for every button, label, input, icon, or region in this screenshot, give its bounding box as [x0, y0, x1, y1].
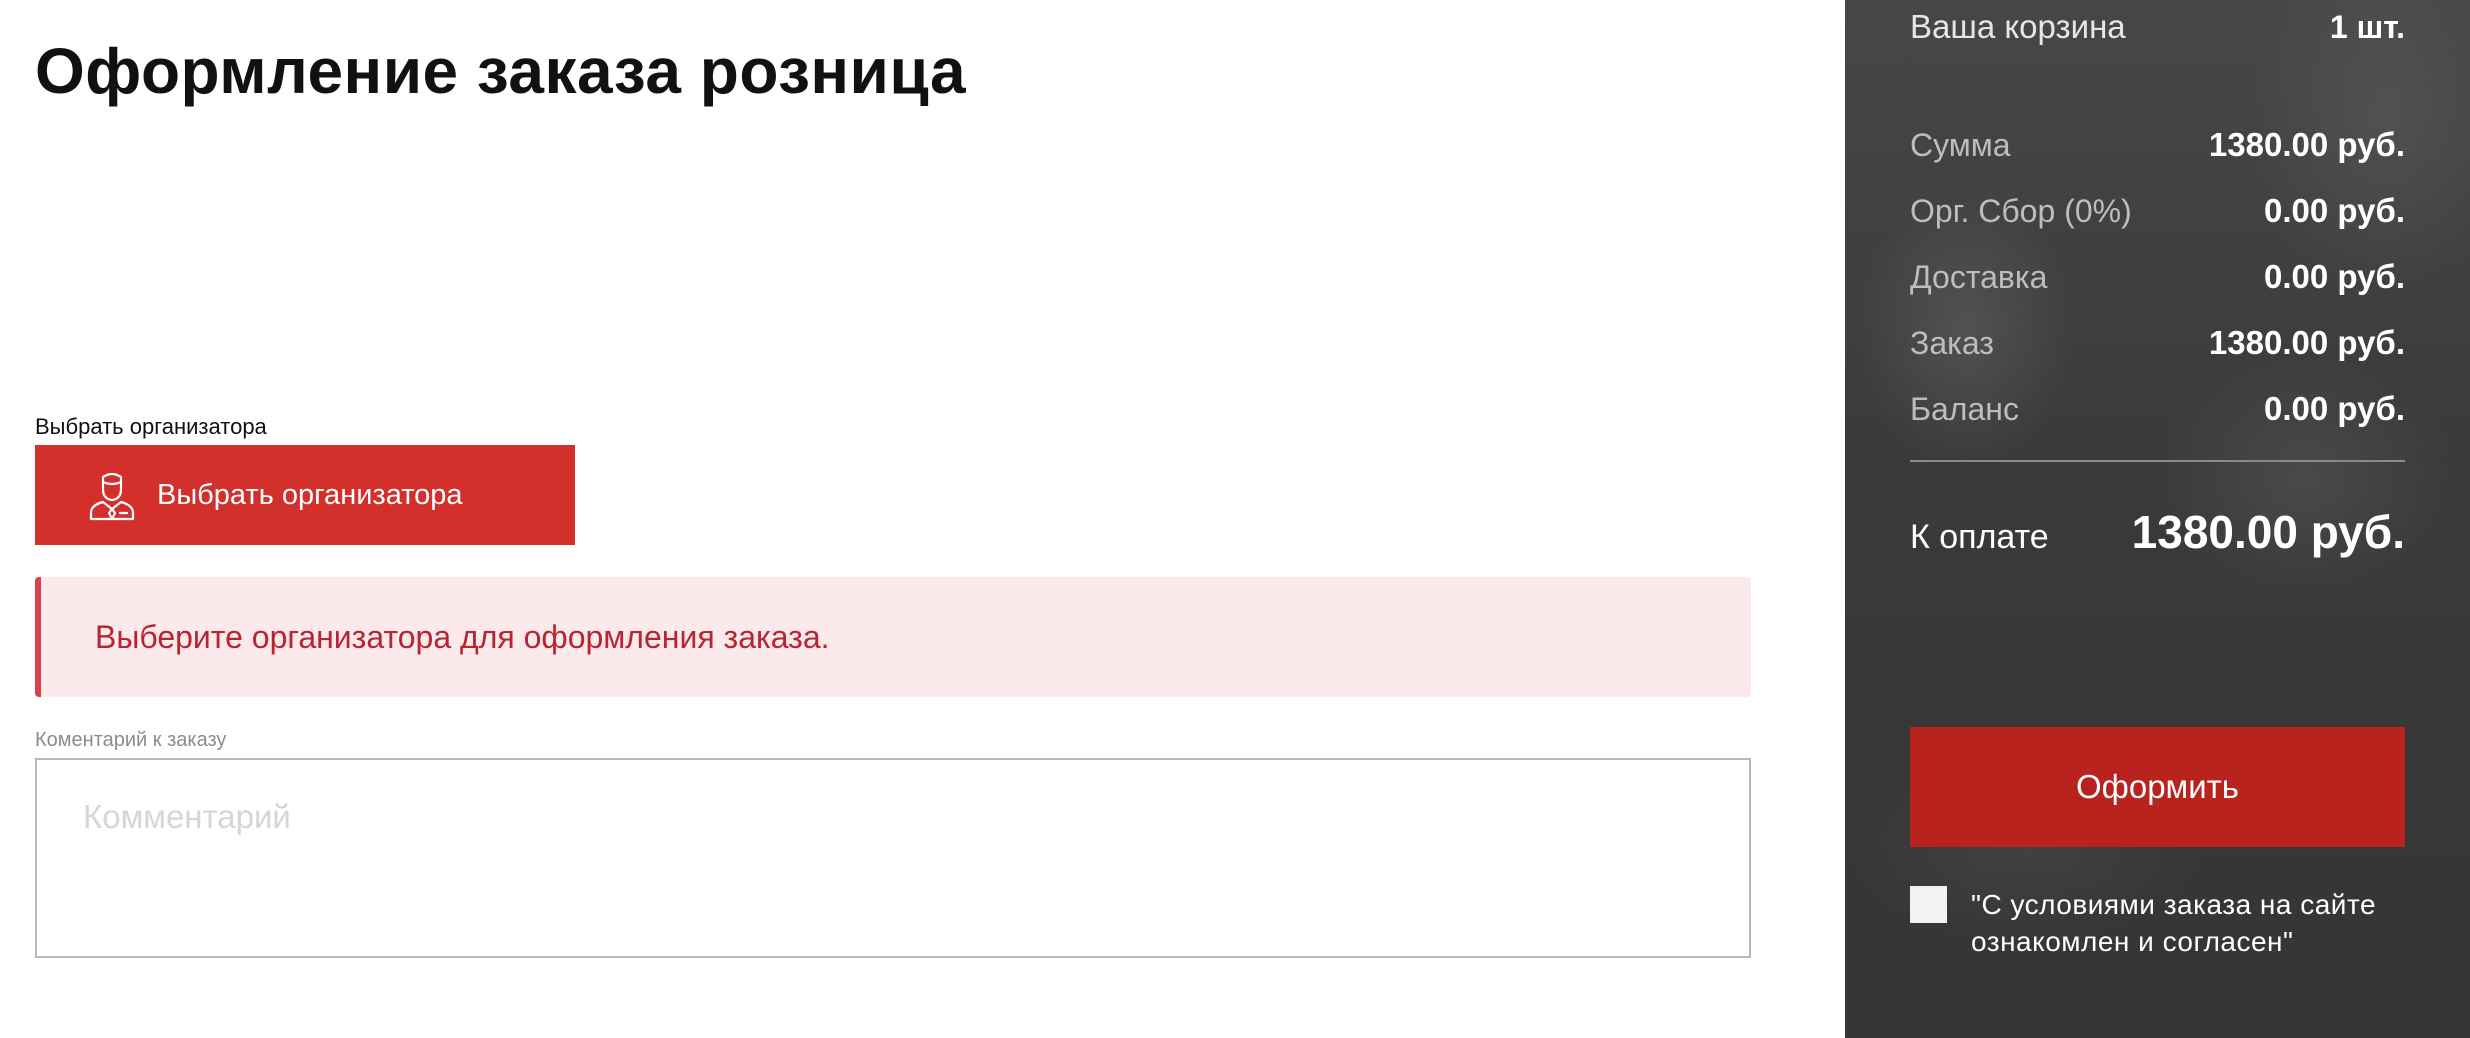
summary-row-label: Доставка — [1910, 259, 2048, 295]
total-value: 1380.00 руб. — [2131, 506, 2405, 558]
select-organizer-button[interactable]: Выбрать организатора — [35, 445, 575, 545]
page-title: Оформление заказа розница — [35, 35, 967, 107]
submit-order-button[interactable]: Оформить — [1910, 727, 2405, 847]
terms-checkbox[interactable] — [1910, 886, 1947, 923]
summary-row-value: 0.00 руб. — [2263, 192, 2405, 229]
summary-row-label: Сумма — [1910, 127, 2011, 163]
summary-row-org-fee: Орг. Сбор (0%) 0.00 руб. — [1910, 192, 2405, 230]
cart-count: 1 шт. — [2329, 9, 2405, 45]
summary-row-value: 1380.00 руб. — [2208, 126, 2405, 163]
order-summary: Ваша корзина 1 шт. Сумма 1380.00 руб. Ор… — [1845, 0, 2470, 1038]
summary-row-balance: Баланс 0.00 руб. — [1910, 390, 2405, 428]
total-row: К оплате 1380.00 руб. — [1910, 505, 2405, 559]
comment-label: Коментарий к заказу — [35, 729, 227, 751]
cart-label: Ваша корзина — [1910, 8, 2126, 45]
alert-message: Выберите организатора для оформления зак… — [95, 618, 830, 655]
comment-textarea[interactable] — [35, 758, 1751, 958]
select-organizer-label: Выбрать организатора — [157, 478, 463, 511]
summary-row-delivery: Доставка 0.00 руб. — [1910, 258, 2405, 296]
terms-agreement: "С условиями заказа на сайте ознакомлен … — [1910, 886, 2405, 960]
organizer-required-alert: Выберите организатора для оформления зак… — [35, 577, 1751, 697]
summary-row-order: Заказ 1380.00 руб. — [1910, 324, 2405, 362]
checkout-main: Оформление заказа розница Выбрать органи… — [0, 0, 1845, 1038]
cart-row: Ваша корзина 1 шт. — [1910, 8, 2405, 46]
summary-row-label: Орг. Сбор (0%) — [1910, 193, 2132, 229]
checkout-page: Оформление заказа розница Выбрать органи… — [0, 0, 2470, 1038]
total-label: К оплате — [1910, 518, 2049, 556]
organizer-label: Выбрать организатора — [35, 414, 267, 439]
summary-row-value: 0.00 руб. — [2263, 258, 2405, 295]
summary-content: Ваша корзина 1 шт. Сумма 1380.00 руб. Ор… — [1910, 0, 2405, 1038]
terms-text: "С условиями заказа на сайте ознакомлен … — [1971, 889, 2377, 957]
summary-row-label: Баланс — [1910, 391, 2019, 427]
summary-row-sum: Сумма 1380.00 руб. — [1910, 126, 2405, 164]
user-tie-icon — [87, 469, 137, 521]
summary-row-label: Заказ — [1910, 325, 1994, 361]
summary-divider — [1910, 460, 2405, 462]
summary-row-value: 1380.00 руб. — [2208, 324, 2405, 361]
summary-row-value: 0.00 руб. — [2263, 390, 2405, 427]
